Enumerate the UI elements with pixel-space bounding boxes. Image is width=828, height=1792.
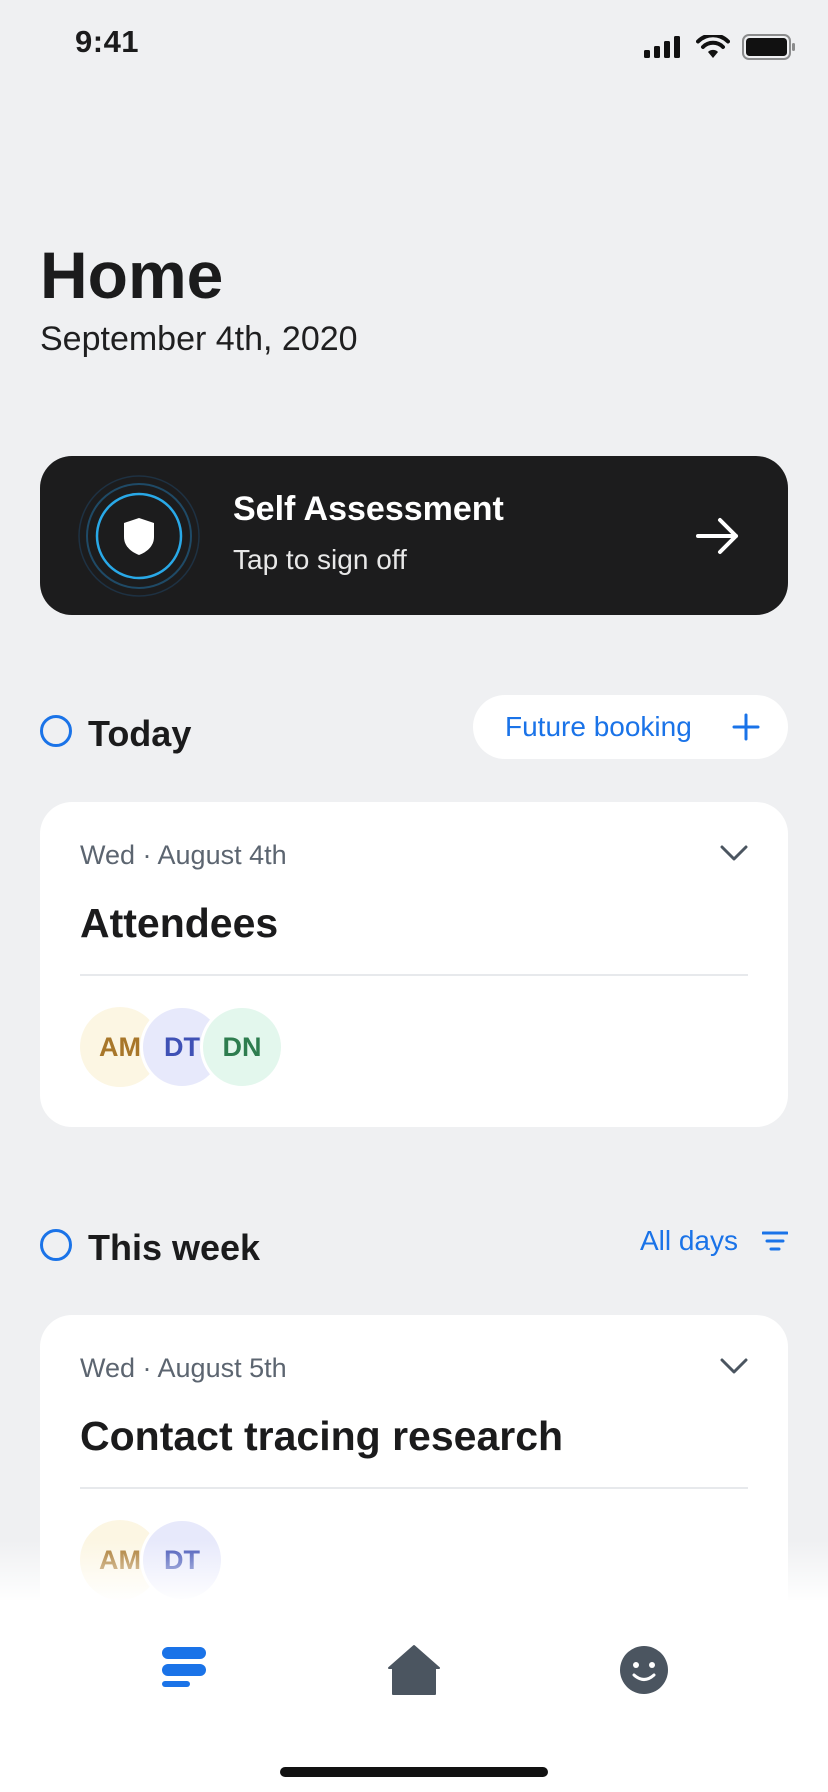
status-bar: 9:41 <box>0 0 828 94</box>
future-booking-label: Future booking <box>505 711 692 742</box>
status-time: 9:41 <box>75 24 140 59</box>
event-date: Wed · August 4th <box>80 840 287 870</box>
today-ring-icon <box>40 715 72 747</box>
divider <box>80 974 748 976</box>
self-assessment-subtitle: Tap to sign off <box>233 544 407 575</box>
shield-badge <box>78 475 200 597</box>
self-assessment-card[interactable]: Self Assessment Tap to sign off <box>40 456 788 615</box>
arrow-right-icon <box>696 518 738 554</box>
page-title: Home <box>40 238 224 312</box>
event-title: Attendees <box>80 900 279 946</box>
event-date: Wed · August 5th <box>80 1353 287 1383</box>
chevron-down-icon[interactable] <box>720 844 748 862</box>
bookings-icon[interactable] <box>156 1642 212 1698</box>
today-event-card[interactable]: Wed · August 4th Attendees AM DT DN <box>40 802 788 1127</box>
today-section-header: Today Future booking <box>40 695 788 761</box>
shield-icon <box>78 475 200 597</box>
all-days-label: All days <box>639 1225 738 1256</box>
this-week-label: This week <box>88 1227 261 1268</box>
this-week-ring-icon <box>40 1229 72 1261</box>
tab-bar <box>0 1600 828 1792</box>
home-indicator <box>280 1767 548 1777</box>
divider <box>80 1487 748 1489</box>
this-week-section-header: This week All days <box>40 1215 788 1275</box>
event-title: Contact tracing research <box>80 1413 564 1459</box>
avatar[interactable]: DN <box>200 1005 284 1089</box>
status-icons <box>644 32 796 62</box>
battery-icon <box>742 34 795 60</box>
profile-smiley-icon[interactable] <box>616 1642 672 1698</box>
future-booking-button[interactable]: Future booking <box>473 695 788 759</box>
today-label: Today <box>88 713 192 754</box>
filter-icon <box>762 1231 788 1251</box>
home-icon[interactable] <box>386 1642 442 1698</box>
chevron-down-icon[interactable] <box>720 1357 748 1375</box>
all-days-filter-button[interactable]: All days <box>640 1225 788 1257</box>
cellular-signal-icon <box>644 36 680 58</box>
wifi-icon <box>696 35 730 58</box>
page-date: September 4th, 2020 <box>40 320 358 358</box>
scroll-fade <box>0 1540 828 1600</box>
plus-icon <box>732 713 760 741</box>
self-assessment-title: Self Assessment <box>233 490 504 528</box>
